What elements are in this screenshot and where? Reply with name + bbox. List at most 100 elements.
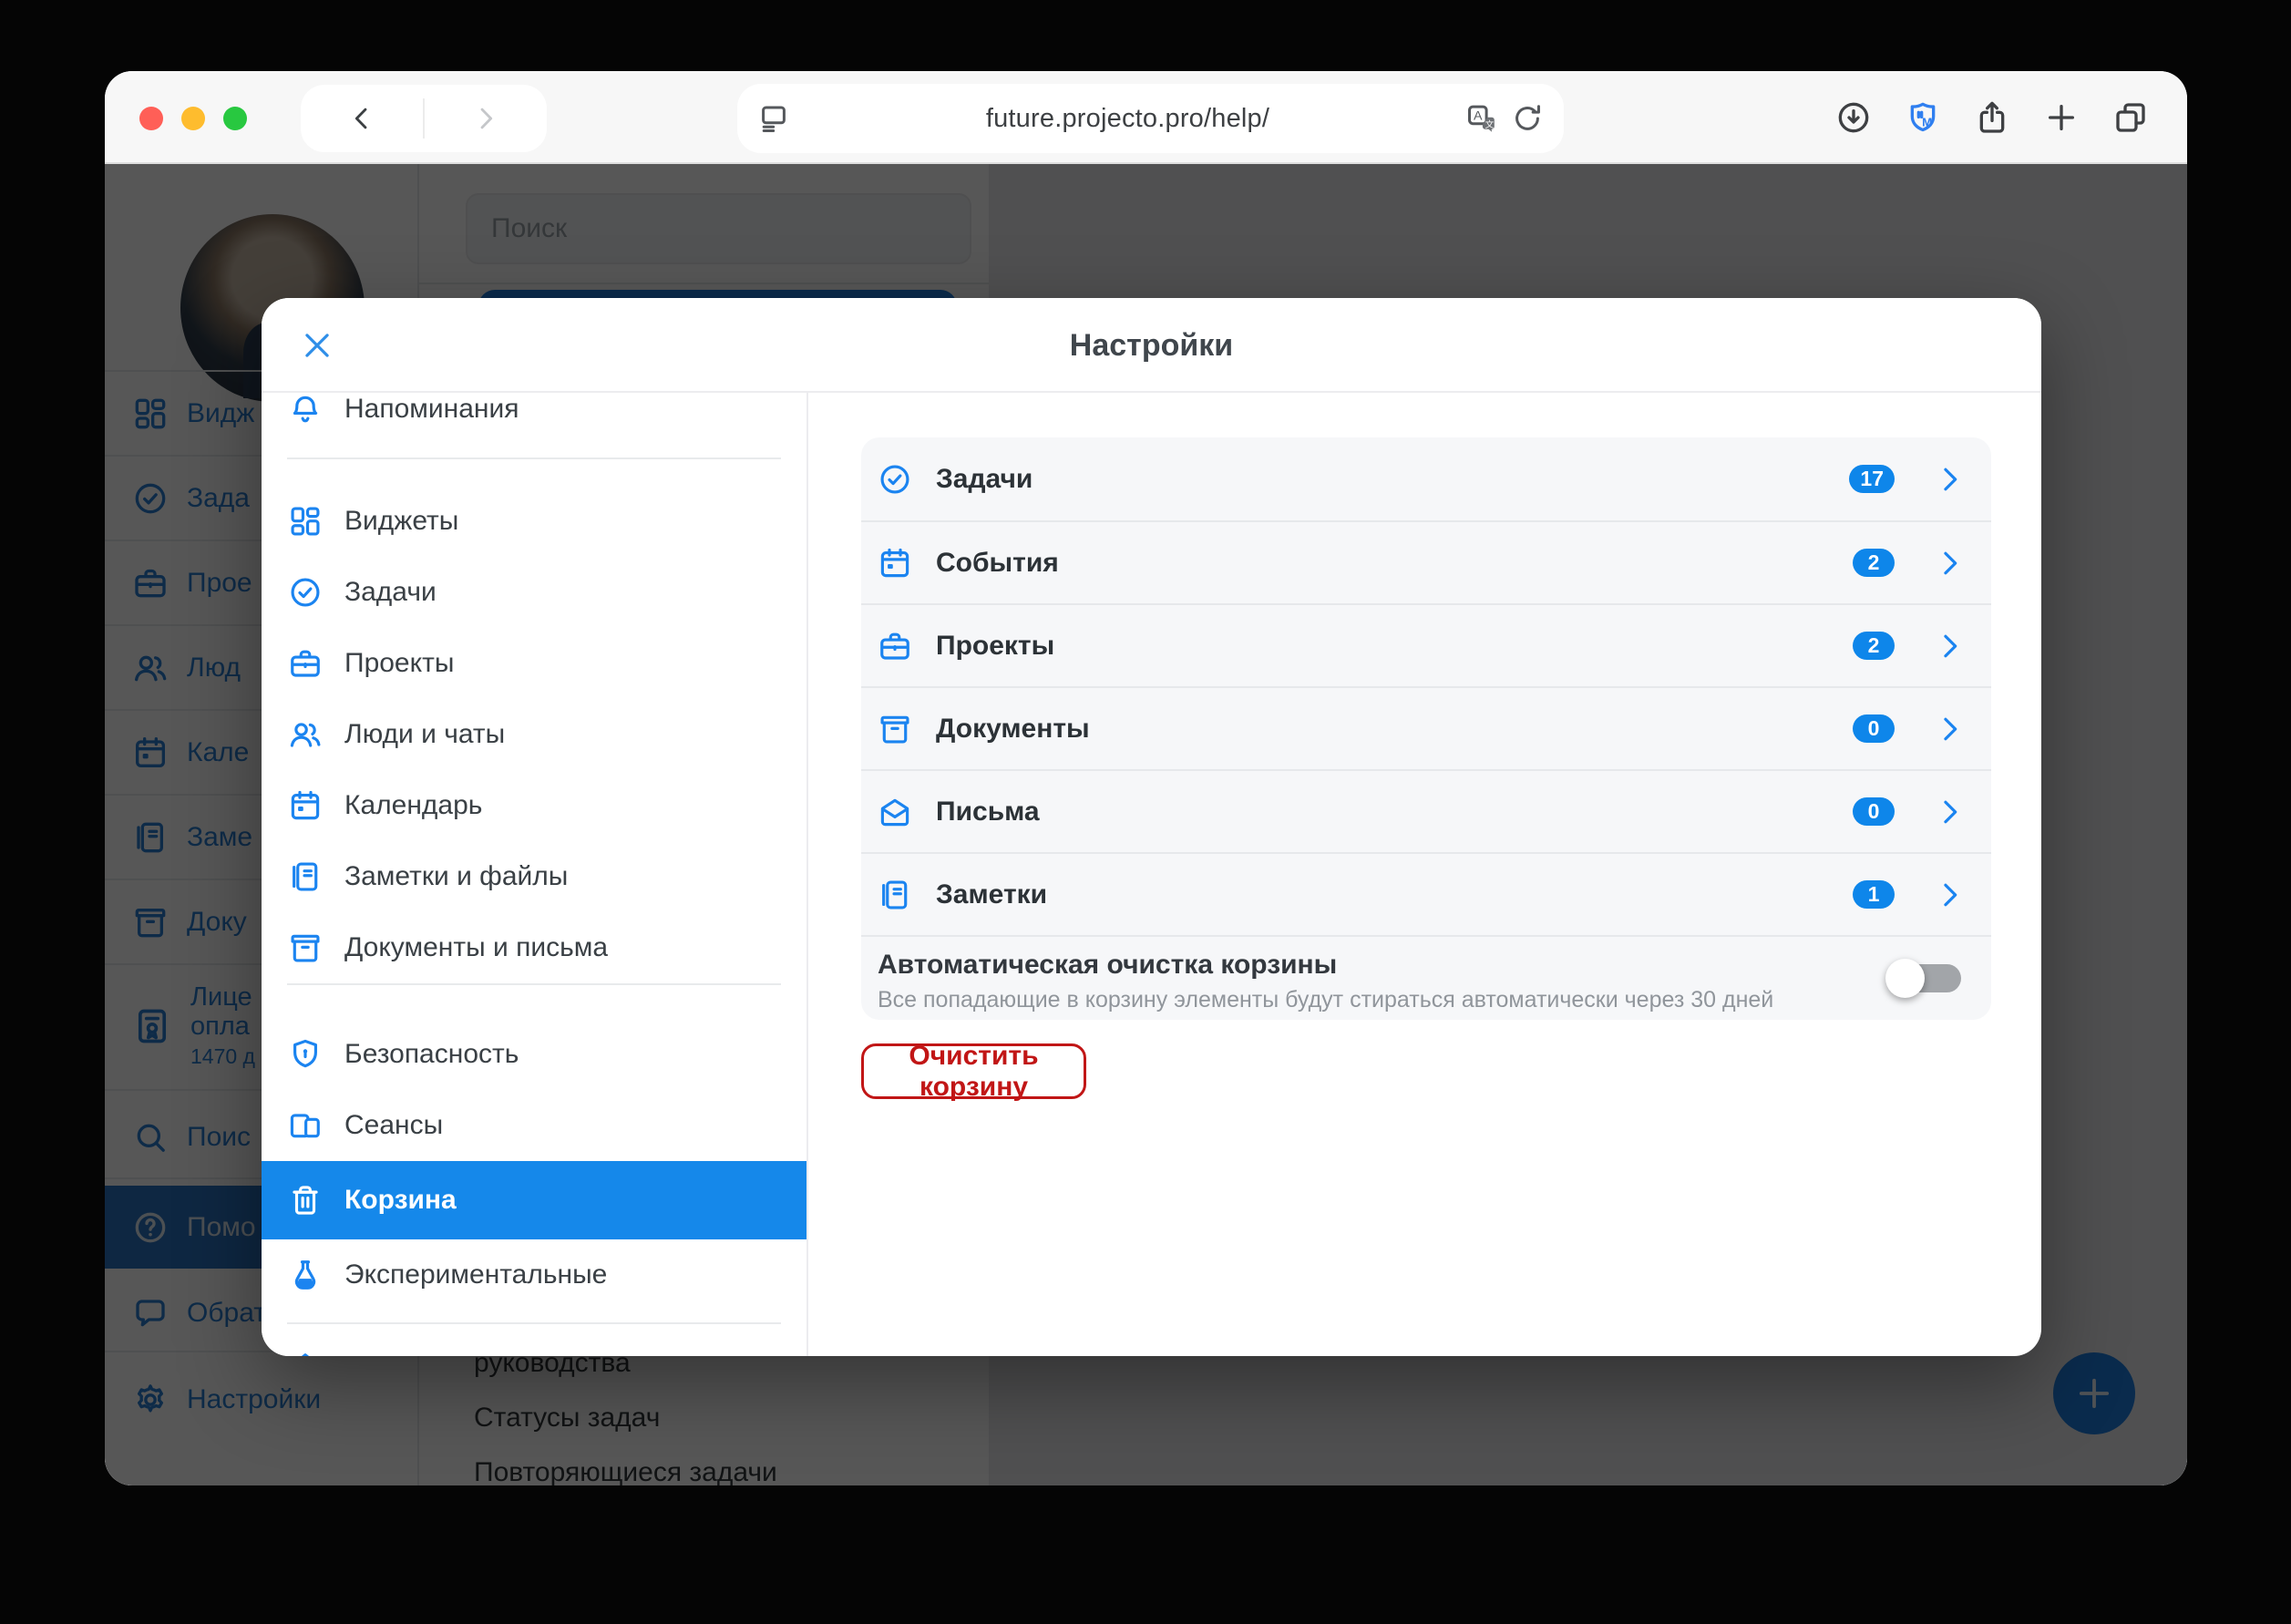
- settings-menu-item[interactable]: Люди и чаты: [262, 699, 806, 770]
- browser-window: future.projecto.pro/help/ A文 M: [105, 71, 2187, 1485]
- modal-title: Настройки: [262, 298, 2041, 393]
- zoom-window-button[interactable]: [223, 107, 247, 130]
- menu-divider: [287, 457, 781, 459]
- extension-shield-icon[interactable]: M: [1905, 99, 1941, 136]
- trash-row-icon: [878, 795, 912, 829]
- trash-row-label: События: [936, 548, 1059, 579]
- menu-item-icon: [288, 646, 323, 681]
- menu-item-label: Виджеты: [344, 506, 458, 537]
- svg-text:M: M: [1922, 115, 1932, 128]
- back-button[interactable]: [301, 85, 423, 152]
- settings-menu-item[interactable]: Календарь: [262, 770, 806, 841]
- menu-item-label: Безопасность: [344, 1039, 519, 1070]
- toggle-knob: [1885, 959, 1925, 998]
- trash-row-icon: [878, 712, 912, 746]
- menu-item-icon: [288, 1108, 323, 1143]
- menu-item-icon: [288, 575, 323, 610]
- count-badge: 1: [1853, 880, 1895, 909]
- sidebar-panel-icon[interactable]: [757, 102, 790, 135]
- settings-menu-group-3: Системные логи: [262, 1331, 806, 1356]
- downloads-icon[interactable]: [1835, 99, 1872, 136]
- tab-overview-icon[interactable]: [2112, 99, 2149, 136]
- menu-item-icon: [288, 930, 323, 965]
- url-text[interactable]: future.projecto.pro/help/: [790, 104, 1465, 134]
- svg-text:文: 文: [1485, 118, 1495, 130]
- menu-item-label: Экспериментальные: [344, 1259, 607, 1290]
- trash-row-icon: [878, 546, 912, 581]
- menu-item-icon: [288, 504, 323, 539]
- reload-icon[interactable]: [1511, 102, 1544, 135]
- svg-text:A: A: [1474, 109, 1483, 124]
- count-badge: 0: [1853, 797, 1895, 826]
- chevron-right-icon: [1933, 546, 1967, 581]
- settings-menu-group-1: Виджеты Задачи Проекты Люди и чаты: [262, 486, 806, 983]
- auto-clean-toggle[interactable]: [1890, 964, 1961, 992]
- menu-item-label: Напоминания: [344, 394, 519, 425]
- menu-item-icon: [288, 1183, 323, 1218]
- count-badge: 2: [1853, 632, 1895, 660]
- trash-row-icon: [878, 629, 912, 663]
- auto-clean-subtitle: Все попадающие в корзину элементы будут …: [878, 987, 1773, 1013]
- settings-menu-item[interactable]: Документы и письма: [262, 912, 806, 983]
- settings-menu-item[interactable]: Безопасность: [262, 1019, 806, 1090]
- trash-category-row[interactable]: Проекты 2: [861, 603, 1991, 686]
- settings-menu-item[interactable]: Проекты: [262, 628, 806, 699]
- trash-row-label: Документы: [936, 714, 1090, 745]
- browser-toolbar: future.projecto.pro/help/ A文 M: [105, 71, 2187, 164]
- trash-category-row[interactable]: Задачи 17: [861, 437, 1991, 520]
- trash-summary-card: Задачи 17 События 2: [861, 437, 1991, 1020]
- menu-divider: [287, 1322, 781, 1324]
- trash-category-row[interactable]: События 2: [861, 520, 1991, 603]
- menu-item-label: Сеансы: [344, 1110, 443, 1141]
- settings-menu-item[interactable]: Сеансы: [262, 1090, 806, 1161]
- chevron-right-icon: [470, 103, 501, 134]
- menu-item-label: Заметки и файлы: [344, 861, 568, 892]
- trash-category-row[interactable]: Заметки 1: [861, 852, 1991, 935]
- settings-menu-item[interactable]: Системные логи: [262, 1331, 806, 1356]
- menu-item-label: Проекты: [344, 648, 454, 679]
- menu-item-icon: [288, 717, 323, 752]
- menu-item-label: Документы и письма: [344, 932, 608, 963]
- settings-menu-item-reminders[interactable]: Напоминания: [262, 393, 806, 444]
- trash-row-icon: [878, 878, 912, 912]
- chevron-left-icon: [346, 103, 377, 134]
- close-window-button[interactable]: [139, 107, 163, 130]
- menu-item-icon: [288, 1037, 323, 1072]
- menu-item-icon: [288, 859, 323, 894]
- menu-item-icon: [288, 1350, 323, 1356]
- trash-row-label: Письма: [936, 797, 1040, 827]
- chevron-right-icon: [1933, 629, 1967, 663]
- forward-button[interactable]: [425, 85, 547, 152]
- settings-menu-group-2: Безопасность Сеансы Корзина Эксперимента…: [262, 1019, 806, 1311]
- trash-row-label: Проекты: [936, 631, 1054, 662]
- page-area: Видж Зада Прое Люд: [105, 164, 2187, 1485]
- trash-category-row[interactable]: Документы 0: [861, 686, 1991, 769]
- share-icon[interactable]: [1974, 99, 2010, 136]
- menu-divider: [287, 983, 781, 985]
- settings-menu-item[interactable]: Экспериментальные: [262, 1239, 806, 1311]
- trash-row-icon: [878, 462, 912, 497]
- screen: future.projecto.pro/help/ A文 M: [0, 0, 2291, 1624]
- settings-menu-item[interactable]: Задачи: [262, 557, 806, 628]
- nav-buttons: [301, 85, 547, 152]
- toolbar-right-icons: M: [1835, 71, 2149, 164]
- count-badge: 0: [1853, 714, 1895, 743]
- minimize-window-button[interactable]: [181, 107, 205, 130]
- trash-category-row[interactable]: Письма 0: [861, 769, 1991, 852]
- new-tab-icon[interactable]: [2043, 99, 2080, 136]
- chevron-right-icon: [1933, 462, 1967, 497]
- trash-row-label: Задачи: [936, 464, 1032, 495]
- count-badge: 17: [1849, 465, 1895, 493]
- translate-icon[interactable]: A文: [1465, 102, 1498, 135]
- settings-menu-item[interactable]: Заметки и файлы: [262, 841, 806, 912]
- trash-rows: Задачи 17 События 2: [861, 437, 1991, 935]
- address-bar[interactable]: future.projecto.pro/help/ A文: [737, 84, 1564, 153]
- settings-menu-item[interactable]: Корзина: [262, 1161, 806, 1239]
- menu-item-label: Задачи: [344, 577, 437, 608]
- menu-item-icon: [288, 1258, 323, 1292]
- auto-clean-title: Автоматическая очистка корзины: [878, 950, 1337, 981]
- menu-item-label: Корзина: [344, 1185, 457, 1216]
- settings-menu-item[interactable]: Виджеты: [262, 486, 806, 557]
- bell-icon: [288, 393, 323, 427]
- clear-trash-button[interactable]: Очистить корзину: [861, 1043, 1086, 1099]
